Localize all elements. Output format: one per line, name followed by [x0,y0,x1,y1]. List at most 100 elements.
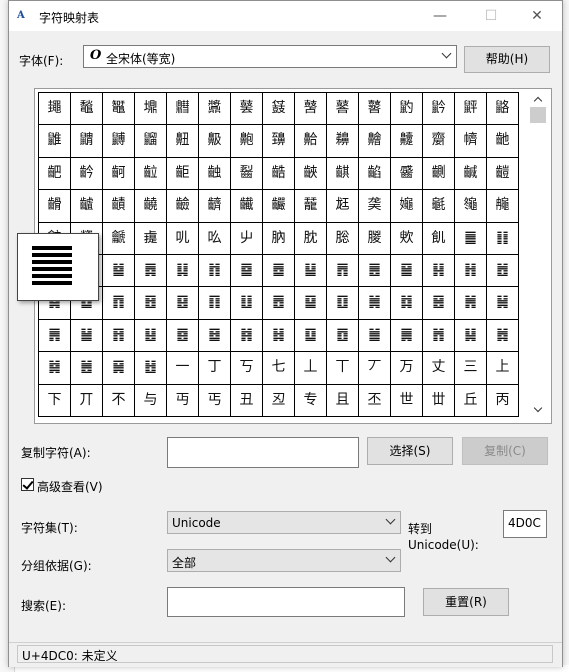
character-cell[interactable]: 䶮 [359,190,391,223]
character-cell[interactable]: 䶂 [391,93,423,126]
character-cell[interactable]: 䶒 [423,125,455,158]
character-cell[interactable]: 䶓 [455,125,487,158]
character-cell[interactable]: ䷰ [71,352,103,385]
character-cell[interactable]: 䶨 [167,190,199,223]
character-cell[interactable]: ䷠ [39,319,71,353]
advanced-view-checkbox[interactable] [21,478,34,491]
character-cell[interactable]: 䶥 [71,190,103,223]
character-cell[interactable]: ䷍ [391,254,423,288]
character-cell[interactable]: 䶇 [71,125,103,158]
character-cell[interactable]: 䶘 [135,157,167,191]
character-cell[interactable]: ䷓ [103,287,135,320]
scroll-thumb[interactable] [530,107,546,123]
character-cell[interactable]: 丂 [231,352,263,385]
character-cell[interactable]: 䶌 [231,125,263,158]
character-cell[interactable]: 且 [327,384,359,417]
character-cell[interactable]: 䶦 [103,190,135,223]
character-cell[interactable]: ䷪ [359,319,391,353]
character-cell[interactable]: 䶶 [135,222,167,255]
character-cell[interactable]: 䶀 [327,93,359,126]
group-by-select[interactable]: 全部 [167,549,401,572]
character-cell[interactable]: ䷟ [487,287,519,320]
character-cell[interactable]: 丆 [359,352,391,385]
character-cell[interactable]: 䶺 [263,222,295,255]
character-cell[interactable]: ䷆ [167,254,199,288]
character-cell[interactable]: ䷗ [231,287,263,320]
character-cell[interactable]: ䷅ [135,254,167,288]
character-cell[interactable]: ䷋ [327,254,359,288]
character-cell[interactable]: 丙 [487,384,519,417]
character-cell[interactable]: 䶋 [199,125,231,158]
character-cell[interactable]: 䶽 [359,222,391,255]
character-cell[interactable]: 䶄 [455,93,487,126]
character-cell[interactable]: ䷙ [295,287,327,320]
character-cell[interactable]: 䶫 [263,190,295,223]
character-cell[interactable]: 丕 [359,384,391,417]
character-cell[interactable]: 䶵 [103,222,135,255]
charset-select[interactable]: Unicode [167,511,401,534]
character-cell[interactable]: ䷤ [167,319,199,353]
character-cell[interactable]: 䵿 [295,93,327,126]
character-cell[interactable]: 䶆 [39,125,71,158]
character-cell[interactable]: 䶣 [487,157,519,191]
character-cell[interactable]: 䶠 [391,157,423,191]
character-cell[interactable]: ䷐ [487,254,519,288]
character-cell[interactable]: 世 [391,384,423,417]
character-cell[interactable]: 䵾 [263,93,295,126]
character-cell[interactable]: 丑 [231,384,263,417]
character-cell[interactable]: 丐 [199,384,231,417]
character-cell[interactable]: 不 [103,384,135,417]
character-cell[interactable]: 䶕 [39,157,71,191]
character-cell[interactable]: 䵻 [167,93,199,126]
character-cell[interactable]: ䷬ [423,319,455,353]
character-cell[interactable]: 䶭 [327,190,359,223]
character-cell[interactable]: 䶎 [295,125,327,158]
grid-scrollbar[interactable] [527,90,549,422]
character-cell[interactable]: 䶩 [199,190,231,223]
character-cell[interactable]: 䶲 [487,190,519,223]
character-cell[interactable]: 䶔 [487,125,519,158]
character-cell[interactable]: ䷚ [327,287,359,320]
character-cell[interactable]: ䷉ [263,254,295,288]
character-cell[interactable]: ䷝ [423,287,455,320]
character-cell[interactable]: 䶞 [327,157,359,191]
title-bar[interactable]: A 字符映射表 — ☐ ✕ [9,1,562,31]
search-input[interactable] [167,587,405,617]
character-cell[interactable]: ䷄ [103,254,135,288]
character-cell[interactable]: 䶿 [423,222,455,255]
character-cell[interactable]: ䷖ [199,287,231,320]
character-cell[interactable]: ䷈ [231,254,263,288]
advanced-view-label[interactable]: 高级查看(V) [37,478,103,495]
character-cell[interactable]: 䶜 [263,157,295,191]
character-cell[interactable]: ䷦ [231,319,263,353]
character-cell[interactable]: 䶪 [231,190,263,223]
character-cell[interactable]: ䷀ [455,222,487,255]
character-cell[interactable]: 䶯 [391,190,423,223]
character-cell[interactable]: 䶖 [71,157,103,191]
character-cell[interactable]: ䷯ [39,352,71,385]
character-cell[interactable]: ䷡ [71,319,103,353]
character-cell[interactable]: 丁 [199,352,231,385]
character-cell[interactable]: ䷞ [455,287,487,320]
close-button[interactable]: ✕ [514,1,560,31]
help-button[interactable]: 帮助(H) [464,46,550,73]
character-cell[interactable]: ䷏ [455,254,487,288]
scroll-down-icon[interactable] [527,402,549,418]
character-cell[interactable]: 䶍 [263,125,295,158]
character-cell[interactable]: 丏 [167,384,199,417]
character-cell[interactable]: 䶝 [295,157,327,191]
character-cell[interactable]: 䶢 [455,157,487,191]
reset-button[interactable]: 重置(R) [423,588,509,616]
character-cell[interactable]: 䶧 [135,190,167,223]
character-cell[interactable]: 丒 [263,384,295,417]
font-select[interactable]: O 全宋体(等宽) [83,45,457,68]
character-cell[interactable]: 专 [295,384,327,417]
character-cell[interactable]: 丌 [71,384,103,417]
character-cell[interactable]: 上 [487,352,519,385]
goto-unicode-input[interactable]: 4D0C [503,510,547,538]
character-cell[interactable]: 䶱 [455,190,487,223]
character-cell[interactable]: 䶑 [391,125,423,158]
character-grid[interactable]: 䵷䵸䵹䵺䵻䵼䵽䵾䵿䶀䶁䶂䶃䶄䶅䶆䶇䶈䶉䶊䶋䶌䶍䶎䶏䶐䶑䶒䶓䶔䶕䶖䶗䶘䶙䶚䶛䶜䶝䶞… [38,92,519,417]
character-cell[interactable]: ䷕ [167,287,199,320]
scroll-up-icon[interactable] [527,92,549,108]
